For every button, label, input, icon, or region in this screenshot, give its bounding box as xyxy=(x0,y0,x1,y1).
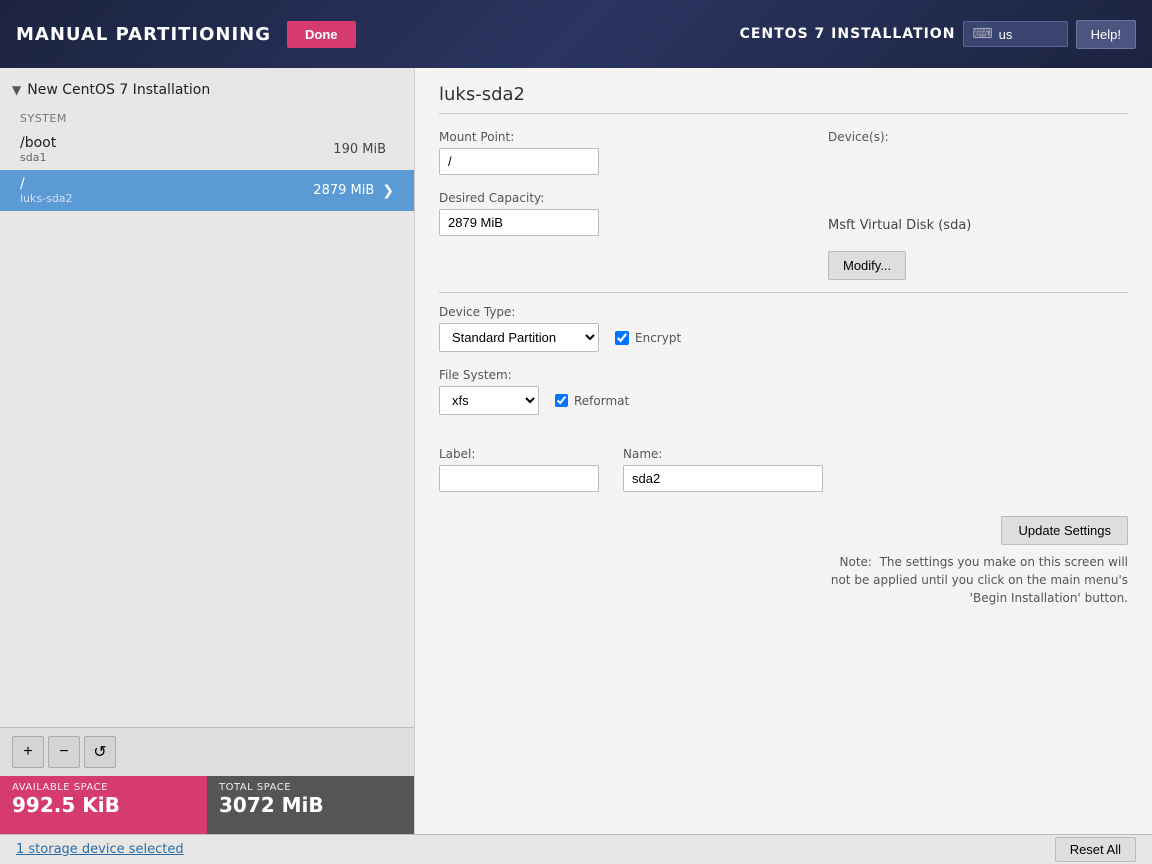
left-form-col: Mount Point: Desired Capacity: xyxy=(439,130,828,280)
partition-size-root: 2879 MiB xyxy=(313,183,374,198)
mount-point-label: Mount Point: xyxy=(439,130,828,144)
filesystem-row: xfs ext4 ext3 ext2 vfat swap btrfs Refor… xyxy=(439,386,1128,415)
device-type-select[interactable]: Standard Partition LVM LVM Thin Provisio… xyxy=(439,323,599,352)
partition-item-root[interactable]: / luks-sda2 2879 MiB ❯ xyxy=(0,170,414,211)
partition-controls: + − ↺ xyxy=(0,727,414,776)
modify-button[interactable]: Modify... xyxy=(828,251,906,280)
devices-label: Device(s): xyxy=(828,130,1128,144)
space-bar: AVAILABLE SPACE 992.5 KiB TOTAL SPACE 30… xyxy=(0,776,414,834)
installation-header[interactable]: ▼ New CentOS 7 Installation xyxy=(0,76,414,104)
installation-section: ▼ New CentOS 7 Installation SYSTEM /boot… xyxy=(0,68,414,727)
header-right: CENTOS 7 INSTALLATION ⌨ Help! xyxy=(740,20,1136,49)
mount-point-group: Mount Point: xyxy=(439,130,828,175)
partition-mount-boot: /boot xyxy=(20,135,333,151)
available-space-label: AVAILABLE SPACE xyxy=(12,782,108,793)
reformat-checkbox-label[interactable]: Reformat xyxy=(555,394,629,408)
partition-size-boot: 190 MiB xyxy=(333,142,386,157)
file-system-select[interactable]: xfs ext4 ext3 ext2 vfat swap btrfs xyxy=(439,386,539,415)
right-form-col: Device(s): Msft Virtual Disk (sda) Modif… xyxy=(828,130,1128,280)
installation-label: New CentOS 7 Installation xyxy=(27,82,210,98)
name-label: Name: xyxy=(623,447,823,461)
update-settings-button[interactable]: Update Settings xyxy=(1001,516,1128,545)
file-system-label: File System: xyxy=(439,368,1128,382)
update-settings-section: Update Settings Note: The settings you m… xyxy=(439,516,1128,607)
devices-group: Device(s): Msft Virtual Disk (sda) xyxy=(828,130,1128,235)
header-left: MANUAL PARTITIONING Done xyxy=(16,21,356,48)
total-space-label: TOTAL SPACE xyxy=(219,782,291,793)
right-panel: luks-sda2 Mount Point: Desired Capacity:… xyxy=(415,68,1152,834)
label-group: Label: xyxy=(439,447,599,492)
partition-device-root: luks-sda2 xyxy=(20,192,313,205)
desired-capacity-group: Desired Capacity: xyxy=(439,191,828,236)
system-label: SYSTEM xyxy=(0,108,414,129)
reformat-label: Reformat xyxy=(574,394,629,408)
mount-point-input[interactable] xyxy=(439,148,599,175)
left-panel: ▼ New CentOS 7 Installation SYSTEM /boot… xyxy=(0,68,415,834)
total-space-value: 3072 MiB xyxy=(219,793,324,817)
header: MANUAL PARTITIONING Done CENTOS 7 INSTAL… xyxy=(0,0,1152,68)
add-partition-button[interactable]: + xyxy=(12,736,44,768)
note-text: Note: The settings you make on this scre… xyxy=(439,553,1128,607)
storage-device-link[interactable]: 1 storage device selected xyxy=(16,842,184,857)
refresh-button[interactable]: ↺ xyxy=(84,736,116,768)
help-button[interactable]: Help! xyxy=(1076,20,1136,49)
device-type-label: Device Type: xyxy=(439,305,1128,319)
keyboard-locale-input[interactable] xyxy=(999,27,1059,42)
label-input[interactable] xyxy=(439,465,599,492)
partition-mount-root: / xyxy=(20,176,313,192)
remove-partition-button[interactable]: − xyxy=(48,736,80,768)
name-group: Name: xyxy=(623,447,823,492)
device-item xyxy=(828,208,1128,212)
partition-item-boot[interactable]: /boot sda1 190 MiB xyxy=(0,129,414,170)
available-space-indicator: AVAILABLE SPACE 992.5 KiB xyxy=(0,776,207,834)
label-name-row: Label: Name: xyxy=(439,447,1128,492)
device-type-row: Standard Partition LVM LVM Thin Provisio… xyxy=(439,323,1128,352)
top-form-row: Mount Point: Desired Capacity: Device(s)… xyxy=(439,130,1128,280)
partition-detail-title: luks-sda2 xyxy=(439,84,1128,114)
total-space-indicator: TOTAL SPACE 3072 MiB xyxy=(207,776,414,834)
name-input[interactable] xyxy=(623,465,823,492)
desired-capacity-input[interactable] xyxy=(439,209,599,236)
encrypt-checkbox[interactable] xyxy=(615,331,629,345)
partition-info-root: / luks-sda2 xyxy=(20,176,313,205)
encrypt-checkbox-label[interactable]: Encrypt xyxy=(615,331,681,345)
status-bar: 1 storage device selected Reset All xyxy=(0,834,1152,864)
page-title: MANUAL PARTITIONING xyxy=(16,24,271,45)
centos-title: CENTOS 7 INSTALLATION xyxy=(740,26,956,42)
available-space-value: 992.5 KiB xyxy=(12,793,120,817)
section-divider xyxy=(439,292,1128,293)
device-name: Msft Virtual Disk (sda) xyxy=(828,216,1128,235)
partition-arrow-icon: ❯ xyxy=(382,183,394,199)
main-content: ▼ New CentOS 7 Installation SYSTEM /boot… xyxy=(0,68,1152,834)
reset-all-button[interactable]: Reset All xyxy=(1055,837,1136,862)
desired-capacity-label: Desired Capacity: xyxy=(439,191,828,205)
partition-device-boot: sda1 xyxy=(20,151,333,164)
arrow-icon: ▼ xyxy=(12,83,21,97)
encrypt-label: Encrypt xyxy=(635,331,681,345)
reformat-checkbox[interactable] xyxy=(555,394,568,407)
device-type-group: Device Type: Standard Partition LVM LVM … xyxy=(439,305,1128,360)
system-group: SYSTEM /boot sda1 190 MiB / luks-sda2 28… xyxy=(0,104,414,215)
file-system-group: File System: xfs ext4 ext3 ext2 vfat swa… xyxy=(439,368,1128,431)
done-button[interactable]: Done xyxy=(287,21,356,48)
keyboard-input-group: ⌨ xyxy=(963,21,1067,47)
partition-info-boot: /boot sda1 xyxy=(20,135,333,164)
label-label: Label: xyxy=(439,447,599,461)
keyboard-icon: ⌨ xyxy=(972,26,992,42)
